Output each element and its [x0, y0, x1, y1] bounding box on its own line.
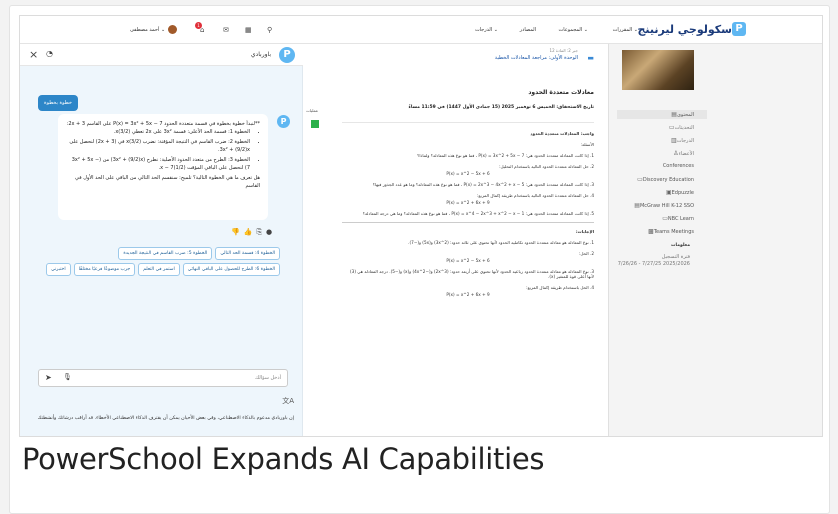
notification-badge: 1 — [195, 22, 202, 29]
questions-header: الأسئلة: — [580, 142, 594, 147]
nav-resources[interactable]: المصادر — [520, 27, 536, 33]
answer-item: 2. الحل: — [578, 251, 594, 256]
question-item: 2. حل المعادلة متعددة الحدود التالية باس… — [499, 164, 594, 169]
assistant-logo-icon: P — [279, 47, 295, 63]
due-date: تاريخ الاستحقاق: الخميس 6 نوفمبر 2025 (1… — [408, 105, 594, 110]
tool-edpuzzle[interactable]: ▣Edpuzzle — [663, 189, 694, 196]
history-icon[interactable]: ◔ — [46, 49, 53, 58]
copy-icon[interactable]: ⎘ — [256, 228, 262, 236]
nav-courses[interactable]: المقررات ⌄ — [613, 27, 638, 33]
assignment-body: واجب: المعادلات متعددة الحدود الأسئلة: 1… — [342, 122, 594, 436]
stop-icon[interactable]: ● — [266, 228, 272, 236]
brand-name[interactable]: سكولوجي ليرنينج — [637, 23, 732, 36]
question-item: 4. حل المعادلة متعددة الحدود التالية باس… — [477, 193, 594, 198]
question-item: 5. إذا كانت المعادلة متعددة الحدود هي: P… — [362, 211, 594, 216]
translate-icon[interactable]: 文A — [282, 396, 294, 406]
nav-groups[interactable]: المجموعات ⌄ — [559, 27, 589, 33]
term-label: فترة التسجيل — [661, 254, 690, 260]
chat-input-placeholder: أدخل سؤالك — [255, 375, 281, 381]
tool-discovery-education[interactable]: ▭Discovery Education — [634, 176, 694, 183]
edge-label: عمليات — [306, 108, 319, 113]
suggestion-list: الخطوة 4: قسمة الحد التالي الخطوة 5: ضرب… — [40, 247, 280, 276]
folder-icon: ▬ — [587, 54, 594, 62]
close-icon[interactable]: × — [29, 48, 38, 61]
suggestion-chip[interactable]: الخطوة 6: الطرح للحصول على الباقي النهائ… — [182, 263, 280, 276]
search-icon[interactable]: ⚲ — [267, 26, 272, 34]
message-step: الخطوة 3: الطرح من متعدد الحدود الأصلية:… — [66, 156, 250, 172]
screenshot: P سكولوجي ليرنينج المقررات ⌄ المجموعات ⌄… — [19, 15, 823, 437]
page-title: معادلات متعددة الحدود — [528, 89, 594, 96]
step-by-step-button[interactable]: خطوة بخطوة — [38, 95, 78, 111]
message-actions: 👎 👍 ⎘ ● — [227, 228, 272, 237]
answers-header: الإجابات: — [575, 229, 594, 234]
article-title[interactable]: PowerSchool Expands AI Capabilities — [22, 442, 545, 476]
info-heading: معلومات — [671, 243, 690, 248]
message-step: الخطوة 2: ضرب القاسم في النتيجة المؤقتة:… — [66, 138, 250, 154]
nav-grades[interactable]: الدرجات ⌄ — [475, 27, 498, 33]
calendar-icon[interactable]: ▦ — [245, 26, 252, 34]
sidebar-item-content[interactable]: ▤المحتوى — [668, 111, 694, 118]
ai-disclaimer: إن باوربادي مدعوم بالذكاء الاصطناعي، وفي… — [37, 416, 294, 421]
suggestion-chip[interactable]: اختبرني — [46, 263, 71, 276]
course-image — [622, 50, 694, 90]
equation: P(x) = x^2 + 6x + 9 — [446, 292, 490, 297]
article-card: P سكولوجي ليرنينج المقررات ⌄ المجموعات ⌄… — [9, 5, 830, 514]
assistant-message: **لنبدأ خطوة بخطوة في قسمة متعددة الحدود… — [58, 114, 268, 220]
equation: P(x) = x^2 + 6x + 9 — [446, 200, 490, 205]
mail-icon[interactable]: ✉ — [223, 26, 229, 34]
top-nav: P سكولوجي ليرنينج المقررات ⌄ المجموعات ⌄… — [20, 16, 822, 44]
answer-item: 3. نوع المعادلة هو معادلة متعددة الحدود … — [350, 269, 594, 279]
message-step: الخطوة 1: قسمة الحد الأعلى: قسمة 3x² على… — [66, 128, 250, 136]
question-item: 1. إذا كانت المعادلة متعددة الحدود هي: P… — [417, 153, 594, 158]
assistant-header: × ◔ باوربادي P — [20, 44, 303, 66]
answer-item: 4. الحل باستخدام طريقة إكمال المربع: — [526, 285, 594, 290]
course-sidebar: ▤المحتوى ▭التحديثات ▥الدرجات ♙الأعضاء Co… — [608, 44, 822, 436]
suggestion-chip[interactable]: الخطوة 5: ضرب القاسم في النتيجة الجديدة — [118, 247, 213, 260]
suggestion-chip[interactable]: استمر في التعلم — [138, 263, 180, 276]
assistant-title: باوربادي — [250, 51, 271, 58]
microphone-icon[interactable]: 🎙 — [63, 373, 72, 381]
sidebar-item-grades[interactable]: ▥الدرجات — [668, 137, 694, 144]
tool-teams-meetings[interactable]: ▩Teams Meetings — [645, 228, 694, 235]
tool-conferences[interactable]: Conferences — [663, 163, 694, 169]
suggestion-chip[interactable]: الخطوة 4: قسمة الحد التالي — [215, 247, 280, 260]
assistant-avatar-icon: P — [277, 115, 290, 128]
tool-nbc-learn[interactable]: ▭NBC Learn — [659, 215, 694, 222]
send-icon[interactable]: ➤ — [45, 373, 52, 382]
answer-item: 1. نوع المعادلة هو معادلة متعددة الحدود … — [408, 240, 594, 245]
assistant-panel: × ◔ باوربادي P خطوة بخطوة P **لنبدأ خطوة… — [20, 44, 303, 436]
suggestion-chip[interactable]: جرب موضوعًا فرعيًا مختلفًا — [73, 263, 136, 276]
assignment-view: عمليات جبر 2: المادة 12 ▬ الوحدة الأولى:… — [303, 44, 608, 436]
thumbs-up-icon[interactable]: 👍 — [244, 228, 253, 236]
tool-mcgraw-hill[interactable]: ▤McGraw Hill K-12 SSO — [631, 202, 694, 209]
duty-title: واجب: المعادلات متعددة الحدود — [530, 131, 594, 136]
sidebar-item-updates[interactable]: ▭التحديثات — [666, 124, 694, 131]
message-steps: الخطوة 1: قسمة الحد الأعلى: قسمة 3x² على… — [66, 128, 260, 172]
breadcrumb[interactable]: جبر 2: المادة 12 — [550, 48, 578, 53]
status-toggle[interactable] — [311, 120, 319, 128]
sidebar-item-members[interactable]: ♙الأعضاء — [670, 150, 694, 157]
equation: P(x) = x^2 − 5x + 6 — [446, 171, 490, 176]
message-intro: **لنبدأ خطوة بخطوة في قسمة متعددة الحدود… — [66, 121, 260, 127]
breadcrumb-link[interactable]: الوحدة الأولى: مراجعة المعادلات الخطية — [495, 55, 578, 61]
chat-input[interactable]: ➤ 🎙 أدخل سؤالك — [38, 369, 288, 387]
app-logo-icon[interactable]: P — [732, 22, 746, 36]
message-question: هل تعرف ما هي الخطوة التالية؟ تلميح: سنق… — [75, 175, 260, 189]
avatar[interactable] — [168, 25, 177, 34]
equation: P(x) = x^2 − 5x + 6 — [446, 258, 490, 263]
term-dates: 7/26/26 - 7/27/25 2025/2026 — [617, 261, 690, 267]
question-item: 3. إذا كانت المعادلة متعددة الحدود هي: P… — [372, 182, 594, 187]
thumbs-down-icon[interactable]: 👎 — [231, 228, 240, 236]
user-menu[interactable]: أحمد مصطفى ⌄ — [130, 27, 165, 33]
